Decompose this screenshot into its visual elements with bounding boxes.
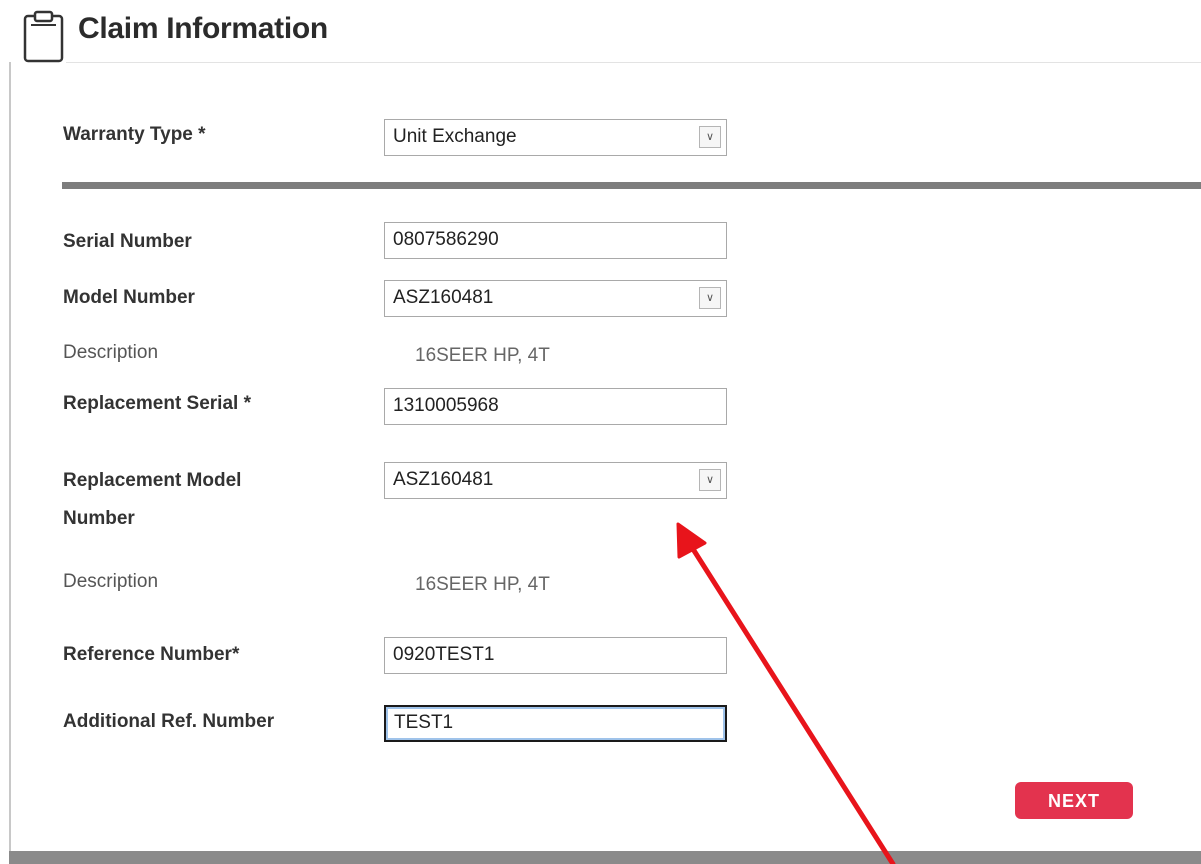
replacement-serial-field[interactable]: 1310005968	[384, 388, 727, 425]
panel-border-left	[9, 62, 11, 852]
replacement-serial-label: Replacement Serial *	[63, 393, 251, 414]
warranty-type-select[interactable]: Unit Exchange ∨	[384, 119, 727, 156]
model-number-select[interactable]: ASZ160481 ∨	[384, 280, 727, 317]
replacement-description-label: Description	[63, 571, 159, 592]
additional-ref-number-field[interactable]: TEST1	[384, 705, 727, 742]
next-button[interactable]: NEXT	[1015, 782, 1133, 819]
page-title: Claim Information	[78, 12, 328, 45]
serial-number-label: Serial Number	[63, 231, 192, 252]
clipboard-icon	[23, 10, 64, 63]
replacement-model-label-line2: Number	[63, 508, 135, 529]
replacement-description-value: 16SEER HP, 4T	[415, 574, 550, 595]
warranty-type-label: Warranty Type *	[63, 124, 206, 145]
panel-border-top	[66, 62, 1201, 63]
replacement-model-select[interactable]: ASZ160481 ∨	[384, 462, 727, 499]
chevron-down-icon[interactable]: ∨	[699, 469, 721, 491]
replacement-model-label-line1: Replacement Model	[63, 470, 242, 491]
model-number-label: Model Number	[63, 287, 195, 308]
panel-border-bottom	[9, 851, 1201, 864]
serial-number-field[interactable]: 0807586290	[384, 222, 727, 259]
additional-ref-number-label: Additional Ref. Number	[63, 711, 275, 732]
reference-number-label: Reference Number*	[63, 644, 240, 665]
section-divider	[62, 182, 1201, 189]
model-description-value: 16SEER HP, 4T	[415, 345, 550, 366]
chevron-down-icon[interactable]: ∨	[699, 126, 721, 148]
page-header: Claim Information	[0, 0, 1201, 63]
chevron-down-icon[interactable]: ∨	[699, 287, 721, 309]
reference-number-field[interactable]: 0920TEST1	[384, 637, 727, 674]
replacement-model-value: ASZ160481	[393, 469, 494, 490]
model-description-label: Description	[63, 342, 159, 363]
warranty-type-value: Unit Exchange	[393, 126, 517, 147]
model-number-value: ASZ160481	[393, 287, 494, 308]
